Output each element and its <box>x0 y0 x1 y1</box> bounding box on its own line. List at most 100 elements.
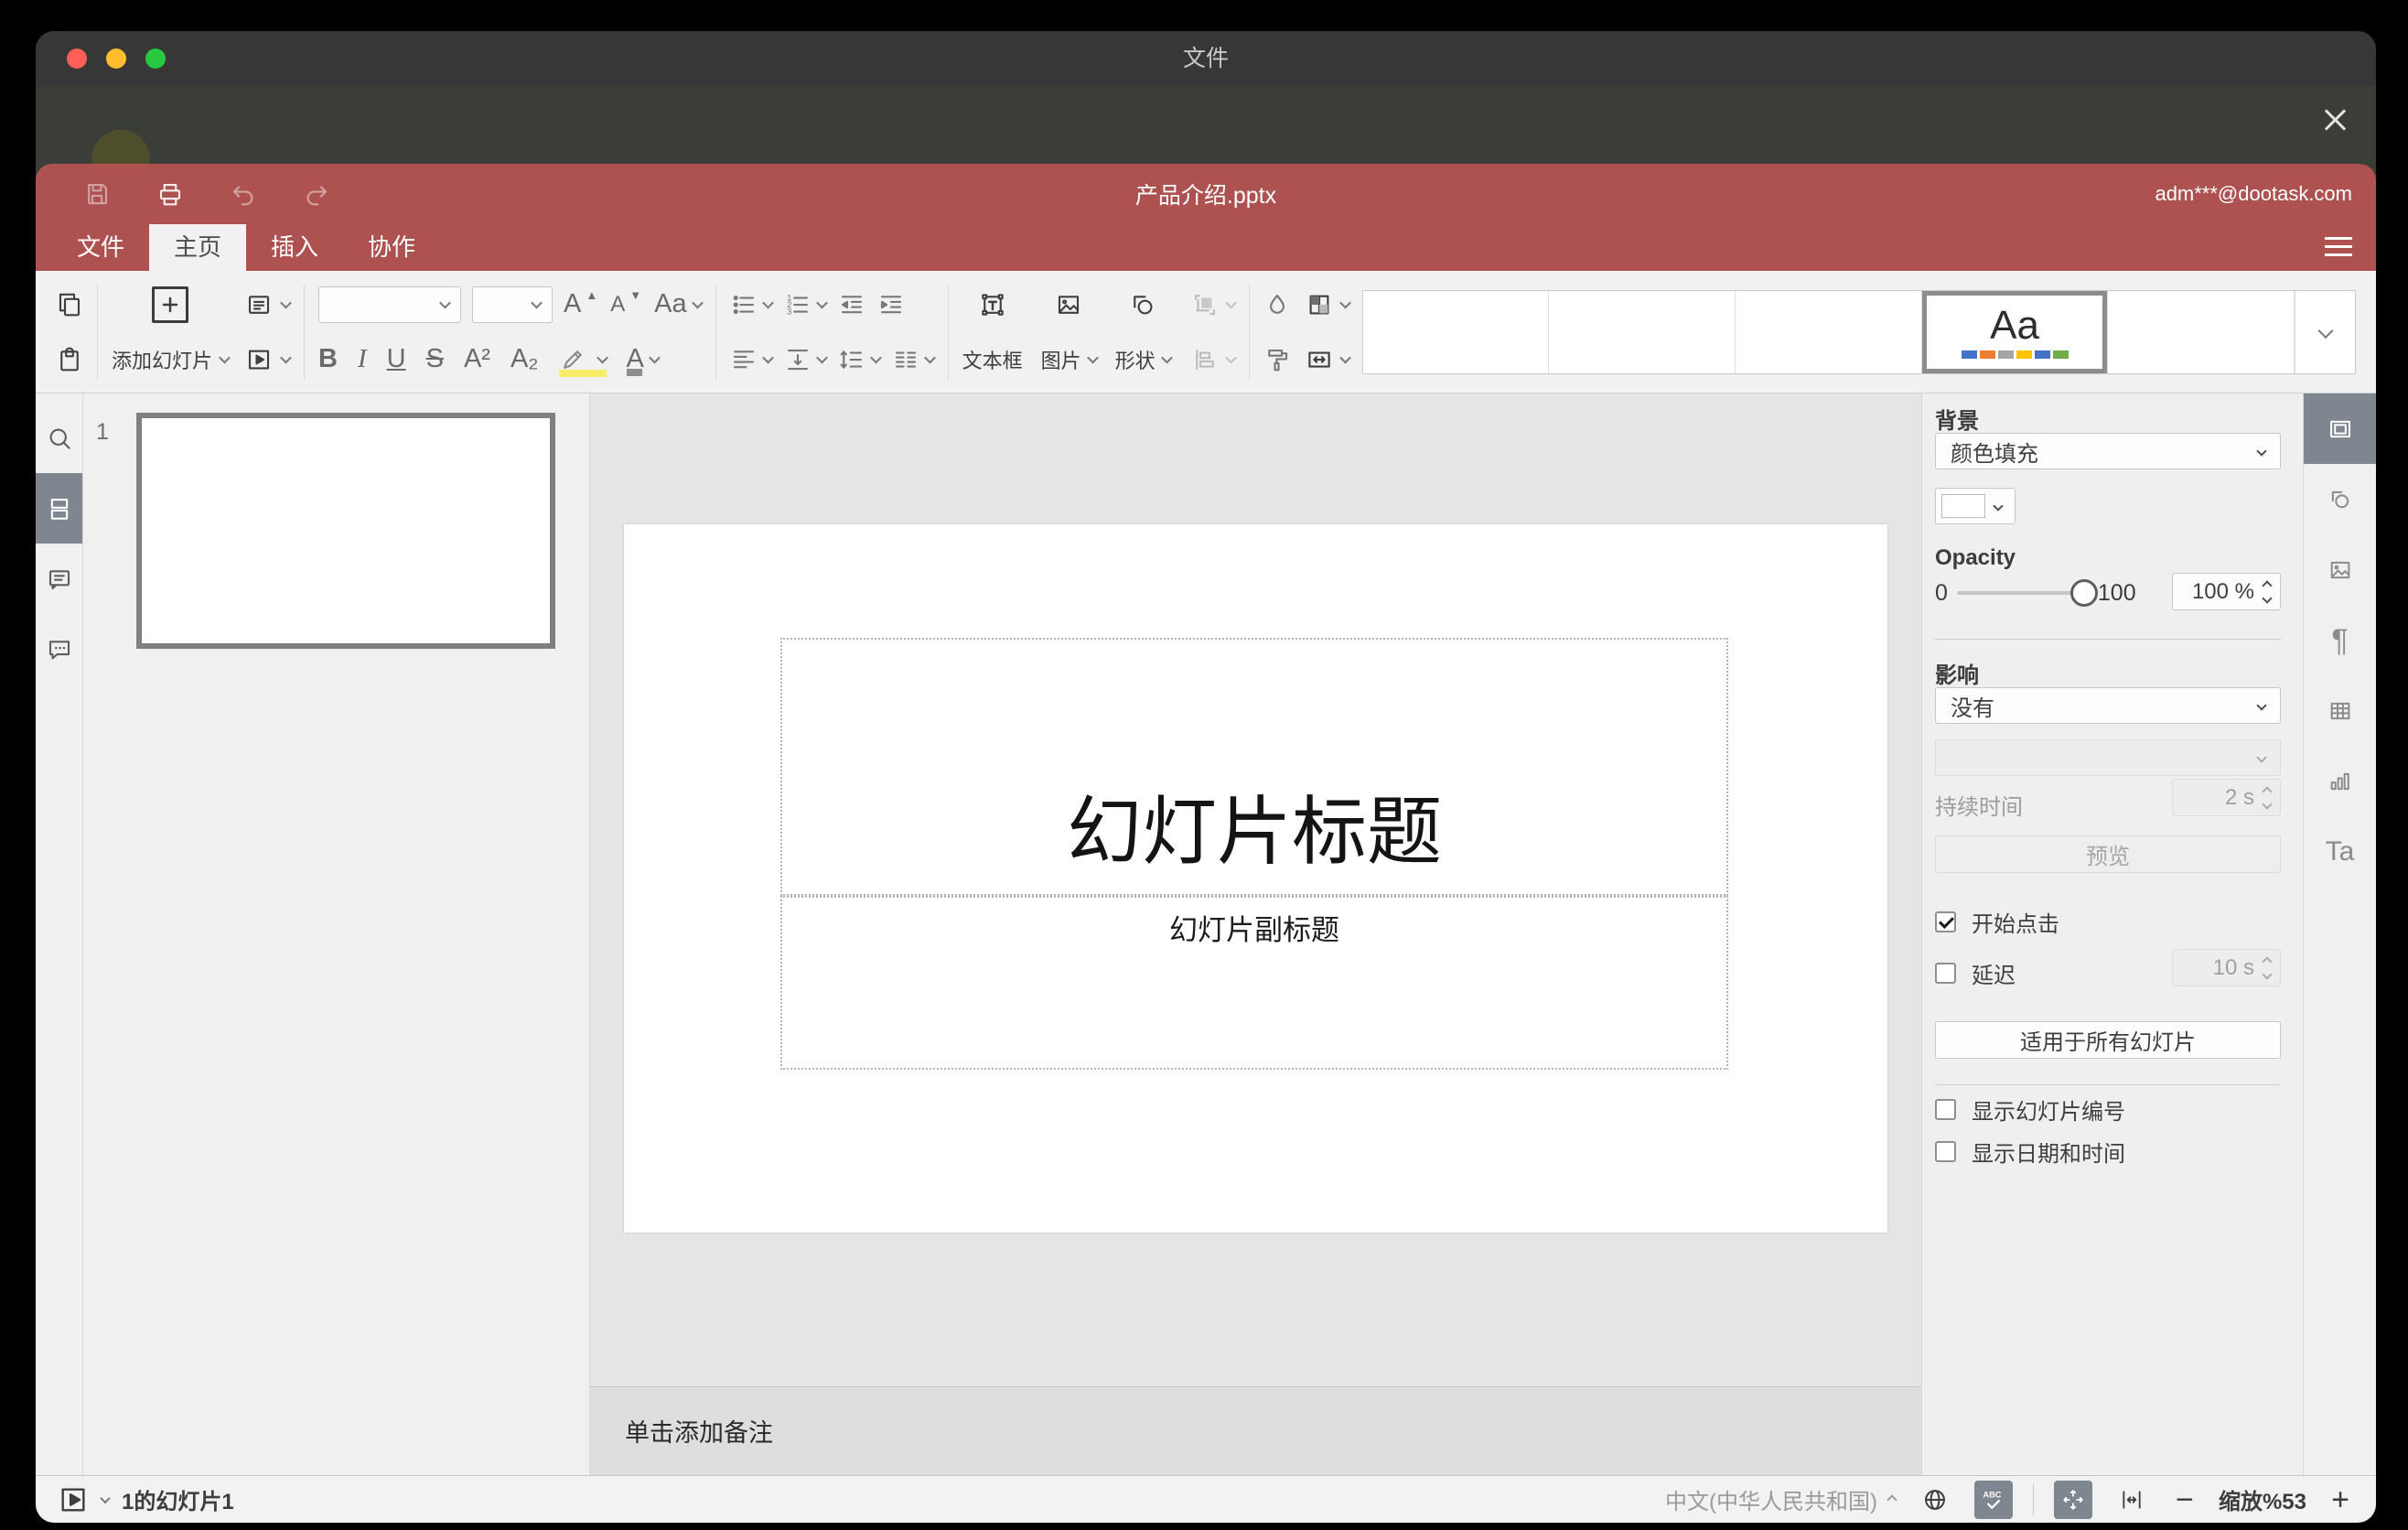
tab-home[interactable]: 主页 <box>149 224 247 271</box>
preview-button[interactable]: 预览 <box>1935 835 2281 873</box>
theme-tile[interactable] <box>1736 290 1922 373</box>
chevron-down-icon[interactable] <box>280 296 292 309</box>
decrease-indent-button[interactable] <box>838 291 865 318</box>
slides-panel-button[interactable] <box>36 473 82 544</box>
zoom-out-button[interactable]: − <box>2171 1484 2198 1515</box>
close-icon[interactable] <box>2319 104 2350 135</box>
document-language-button[interactable] <box>1916 1481 1954 1519</box>
align-shape-button[interactable] <box>1191 346 1219 373</box>
theme-tile-selected[interactable]: Aa <box>1922 290 2109 373</box>
color-scheme-button[interactable] <box>1306 291 1333 318</box>
opacity-spinner[interactable]: 100 % <box>2172 573 2281 610</box>
duration-spinner[interactable]: 2 s <box>2172 779 2281 816</box>
copy-style-button[interactable] <box>1263 346 1291 373</box>
image-settings-button[interactable] <box>2304 534 2376 605</box>
subtitle-placeholder[interactable]: 幻灯片副标题 <box>780 896 1728 1070</box>
textart-settings-button[interactable]: Ta <box>2304 816 2376 887</box>
horizontal-align-button[interactable] <box>730 346 774 373</box>
language-selector[interactable]: 中文(中华人民共和国) <box>1665 1483 1897 1515</box>
insert-shape-button[interactable] <box>1129 291 1156 318</box>
paste-button[interactable] <box>56 346 83 373</box>
arrange-shape-button[interactable] <box>1191 291 1219 318</box>
show-date-time-checkbox[interactable] <box>1935 1141 1956 1162</box>
hamburger-menu-icon[interactable] <box>2325 237 2352 262</box>
insert-columns-button[interactable] <box>892 346 936 373</box>
start-slideshow-status-button[interactable] <box>58 1484 89 1515</box>
spinner-up-icon[interactable] <box>2262 579 2273 591</box>
theme-gallery-expand-button[interactable] <box>2295 290 2355 373</box>
font-size-combo[interactable] <box>472 286 554 323</box>
tab-collaboration[interactable]: 协作 <box>343 224 440 271</box>
textbox-label[interactable]: 文本框 <box>962 345 1023 374</box>
start-slideshow-button[interactable] <box>245 346 273 373</box>
title-placeholder[interactable]: 幻灯片标题 <box>780 638 1728 896</box>
slide-surface[interactable]: 幻灯片标题 幻灯片副标题 <box>624 524 1887 1233</box>
spellcheck-button[interactable]: ABC <box>1973 1480 2013 1519</box>
decrease-font-button[interactable]: A ▼ <box>610 288 643 318</box>
close-window-button[interactable] <box>67 48 87 69</box>
italic-button[interactable]: I <box>358 344 367 374</box>
theme-tile[interactable] <box>1363 290 1550 373</box>
add-slide-label[interactable]: 添加幻灯片 <box>112 345 212 374</box>
font-color-button[interactable]: A <box>626 344 661 376</box>
line-spacing-button[interactable] <box>838 346 882 373</box>
shape-settings-button[interactable] <box>2304 464 2376 534</box>
insert-image-button[interactable] <box>1055 291 1082 318</box>
background-fill-select[interactable]: 颜色填充 <box>1935 433 2281 469</box>
background-color-picker[interactable] <box>1935 488 2016 524</box>
chart-settings-button[interactable] <box>2304 746 2376 816</box>
subscript-button[interactable]: A₂ <box>511 344 539 374</box>
change-case-button[interactable]: Aa <box>654 289 704 319</box>
opacity-slider-track[interactable] <box>1956 591 2074 595</box>
insert-textbox-button[interactable] <box>979 291 1006 318</box>
chevron-down-icon[interactable] <box>219 351 231 364</box>
effect-select[interactable]: 没有 <box>1935 687 2281 724</box>
underline-button[interactable]: U <box>387 344 406 374</box>
status-bar: 1的幻灯片1 中文(中华人民共和国) ABC − 缩放%53 + <box>36 1475 2376 1523</box>
notes-area[interactable]: 单击添加备注 <box>590 1386 1921 1475</box>
apply-to-all-slides-button[interactable]: 适用于所有幻灯片 <box>1935 1021 2281 1059</box>
chevron-down-icon[interactable] <box>100 1492 111 1503</box>
zoom-in-button[interactable]: + <box>2327 1484 2354 1515</box>
fit-to-width-button[interactable] <box>2112 1481 2151 1519</box>
strikeout-button[interactable]: S <box>426 344 444 374</box>
add-slide-button[interactable] <box>152 286 188 323</box>
search-panel-button[interactable] <box>36 403 82 473</box>
start-on-click-checkbox[interactable] <box>1935 911 1956 932</box>
delay-spinner[interactable]: 10 s <box>2172 949 2281 986</box>
slide-thumbnail[interactable] <box>136 413 555 649</box>
tab-file[interactable]: 文件 <box>52 224 149 271</box>
table-settings-button[interactable] <box>2304 675 2376 746</box>
slide-layout-button[interactable] <box>245 291 273 318</box>
increase-indent-button[interactable] <box>877 291 905 318</box>
image-label[interactable]: 图片 <box>1041 345 1081 374</box>
vertical-align-button[interactable] <box>784 346 828 373</box>
shape-label[interactable]: 形状 <box>1115 345 1156 374</box>
opacity-slider-knob[interactable] <box>2069 579 2098 607</box>
show-slide-number-checkbox[interactable] <box>1935 1099 1956 1120</box>
chevron-down-icon[interactable] <box>280 351 292 364</box>
superscript-button[interactable]: A² <box>464 344 490 374</box>
delay-checkbox[interactable] <box>1935 963 1956 984</box>
clear-style-button[interactable] <box>1263 291 1291 318</box>
slide-settings-button[interactable] <box>2304 393 2376 464</box>
chat-panel-button[interactable] <box>36 614 82 684</box>
theme-tile[interactable] <box>2108 290 2295 373</box>
increase-font-button[interactable]: A ▲ <box>564 288 599 319</box>
bold-button[interactable]: B <box>318 344 338 374</box>
paragraph-settings-button[interactable]: ¶ <box>2304 605 2376 675</box>
zoom-window-button[interactable] <box>145 48 166 69</box>
numbered-list-button[interactable]: 123 <box>784 291 828 318</box>
theme-tile[interactable] <box>1549 290 1736 373</box>
effect-variant-select[interactable] <box>1935 739 2281 776</box>
copy-button[interactable] <box>56 291 83 318</box>
minimize-window-button[interactable] <box>106 48 126 69</box>
slide-size-button[interactable] <box>1306 346 1333 373</box>
fit-to-slide-button[interactable] <box>2053 1480 2092 1519</box>
font-name-combo[interactable] <box>318 286 462 323</box>
bullet-list-button[interactable] <box>730 291 774 318</box>
spinner-down-icon[interactable] <box>2262 592 2273 604</box>
comments-panel-button[interactable] <box>36 544 82 614</box>
tab-insert[interactable]: 插入 <box>246 224 343 271</box>
highlight-color-button[interactable] <box>558 346 608 377</box>
